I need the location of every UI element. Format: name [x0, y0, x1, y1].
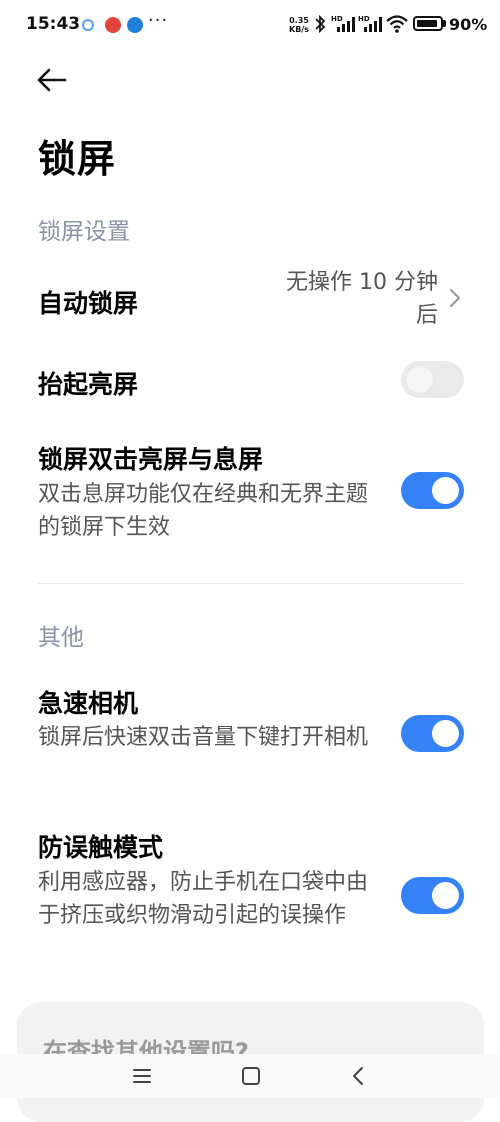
- toggle-knob: [432, 720, 459, 747]
- double-tap-title: 锁屏双击亮屏与息屏: [38, 445, 264, 474]
- network-speed-value: 0.35: [289, 16, 309, 25]
- raise-to-wake-toggle[interactable]: [401, 361, 464, 398]
- back-icon[interactable]: [347, 1064, 371, 1088]
- wifi-icon: [386, 15, 408, 33]
- section-label-other: 其他: [38, 625, 84, 651]
- double-tap-toggle[interactable]: [401, 472, 464, 509]
- bluetooth-icon: [315, 14, 326, 34]
- back-arrow-icon[interactable]: [34, 63, 70, 97]
- network-speed: 0.35 KB/s: [289, 16, 309, 34]
- pocket-mode-toggle[interactable]: [401, 877, 464, 914]
- weibo-notification-icon: [105, 17, 121, 33]
- menu-icon[interactable]: [130, 1064, 154, 1088]
- battery-icon: [413, 16, 443, 31]
- toggle-knob: [432, 882, 459, 909]
- status-bar: 15:43 ··· 0.35 KB/s HD HD 90%: [0, 0, 500, 50]
- toggle-knob: [406, 366, 433, 393]
- pocket-mode-subtitle: 利用感应器，防止手机在口袋中由于挤压或织物滑动引起的误操作: [38, 870, 369, 928]
- navigation-bar: [0, 1054, 500, 1098]
- quick-camera-title: 急速相机: [38, 689, 139, 718]
- quick-camera-toggle[interactable]: [401, 715, 464, 752]
- svg-text:HD: HD: [331, 15, 343, 23]
- section-label-lock-settings: 锁屏设置: [38, 219, 130, 245]
- battery-level: [417, 20, 437, 27]
- home-icon[interactable]: [239, 1064, 263, 1088]
- status-time: 15:43: [26, 14, 81, 34]
- auto-lock-title: 自动锁屏: [38, 289, 139, 318]
- pocket-mode-title: 防误触模式: [38, 833, 164, 862]
- raise-to-wake-title: 抬起亮屏: [38, 370, 139, 399]
- chevron-right-icon: [450, 289, 460, 307]
- battery-percentage: 90%: [449, 15, 488, 34]
- toggle-knob: [432, 477, 459, 504]
- app-notification-icon: [127, 17, 143, 33]
- auto-lock-value: 无操作 10 分钟后: [286, 270, 438, 328]
- more-notifications-icon: ···: [148, 10, 169, 31]
- network-speed-unit: KB/s: [289, 25, 309, 34]
- signal-hd-2-icon: HD: [358, 15, 382, 32]
- svg-text:HD: HD: [358, 15, 370, 23]
- notification-icon: [82, 19, 94, 31]
- section-divider: [38, 583, 464, 584]
- quick-camera-subtitle: 锁屏后快速双击音量下键打开相机: [38, 725, 369, 750]
- battery-tip: [443, 20, 446, 27]
- page-title: 锁屏: [38, 137, 117, 181]
- signal-hd-icon: HD: [331, 15, 355, 32]
- double-tap-subtitle: 双击息屏功能仅在经典和无界主题的锁屏下生效: [38, 482, 369, 540]
